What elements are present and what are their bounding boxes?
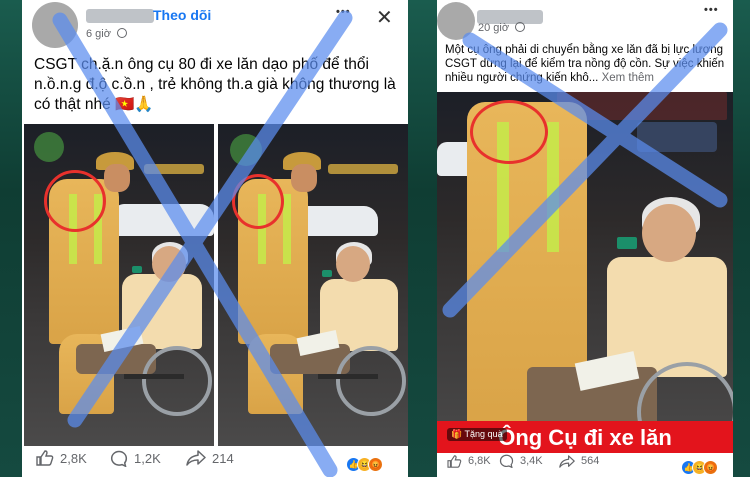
- post-time[interactable]: 6 giờ: [86, 28, 128, 40]
- angry-reaction-icon: 😡: [703, 460, 718, 475]
- gift-label: Tặng quà: [464, 429, 503, 439]
- post-photo-1[interactable]: [24, 124, 214, 446]
- reaction-summary[interactable]: 👍 😆 😡: [681, 460, 718, 475]
- timestamp: 6 giờ: [86, 28, 111, 40]
- share-count: 564: [581, 455, 600, 467]
- avatar[interactable]: [32, 2, 78, 48]
- right-post-card: 20 giờ ••• Một cụ ông phải di chuyển bằn…: [437, 0, 733, 477]
- angry-reaction-icon: 😡: [368, 457, 383, 472]
- timestamp: 20 giờ: [478, 22, 510, 34]
- comment-icon: [499, 454, 514, 468]
- post-time[interactable]: 20 giờ: [478, 22, 526, 34]
- share-icon: [186, 450, 206, 466]
- like-icon: [447, 454, 462, 468]
- comment-button[interactable]: 3,4K: [499, 454, 543, 468]
- like-button[interactable]: 6,8K: [447, 454, 491, 468]
- post-photo-2[interactable]: [218, 124, 408, 446]
- post-video[interactable]: Ông Cụ đi xe lăn 🎁 Tặng quà: [437, 92, 733, 453]
- like-count: 2,8K: [60, 450, 87, 466]
- comment-button[interactable]: 1,2K: [110, 450, 161, 467]
- post-caption: CSGT ch.ặ.n ông cụ 80 đi xe lăn dạo phố …: [34, 56, 396, 113]
- close-icon[interactable]: ✕: [376, 5, 393, 30]
- avatar[interactable]: [437, 2, 475, 40]
- globe-icon: [515, 22, 526, 32]
- left-post-card: Theo dõi 6 giờ ••• ✕ CSGT ch.ặ.n ông cụ …: [22, 0, 408, 477]
- share-icon: [559, 454, 575, 468]
- comment-count: 1,2K: [134, 450, 161, 466]
- reaction-summary[interactable]: 👍 😆 😡: [346, 457, 383, 472]
- like-button[interactable]: 2,8K: [36, 450, 87, 466]
- annotation-circle: [232, 174, 284, 229]
- comment-icon: [111, 450, 128, 467]
- annotation-circle: [44, 170, 106, 232]
- annotation-circle: [470, 100, 548, 164]
- see-more-link[interactable]: Xem thêm: [602, 72, 654, 84]
- comment-count: 3,4K: [520, 455, 543, 467]
- follow-button[interactable]: Theo dõi: [153, 7, 211, 23]
- more-options-icon[interactable]: •••: [704, 4, 719, 16]
- gift-button[interactable]: 🎁 Tặng quà: [447, 428, 507, 441]
- globe-icon: [117, 28, 128, 38]
- more-options-icon[interactable]: •••: [336, 6, 351, 18]
- post-caption: Một cụ ông phải di chuyển bằng xe lăn đã…: [445, 43, 731, 85]
- share-count: 214: [212, 450, 234, 466]
- share-button[interactable]: 564: [559, 454, 600, 468]
- like-icon: [36, 450, 54, 466]
- like-count: 6,8K: [468, 455, 491, 467]
- caption-text: Một cụ ông phải di chuyển bằng xe lăn đã…: [445, 44, 725, 84]
- author-name-redacted[interactable]: [86, 9, 154, 23]
- share-button[interactable]: 214: [186, 450, 234, 466]
